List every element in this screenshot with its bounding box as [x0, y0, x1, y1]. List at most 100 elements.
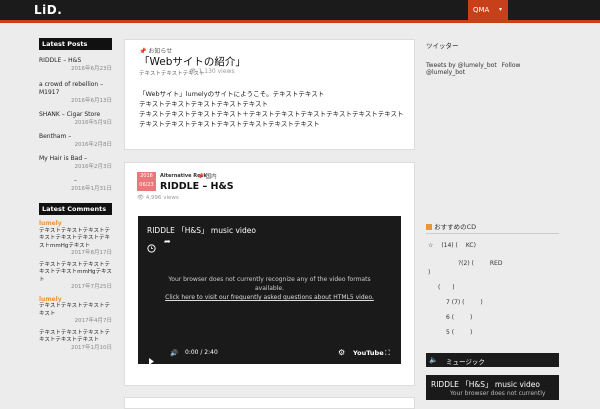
post-excerpt-line: 「Webサイト」lumelyのサイトにようこそ。テキストテキスト	[139, 90, 325, 98]
latest-post-item[interactable]: RIDDLE – H&S 2016年6月23日	[39, 57, 112, 73]
views-count: 👁 1,130 views	[189, 68, 235, 75]
youtube-logo[interactable]: YouTube	[353, 349, 384, 357]
comment-date: 2017年1月10日	[71, 344, 112, 351]
recommended-cd-section: おすすめのCD ☆ (14) ( KC) ?(2) ( RED ) ( ) 7 …	[426, 221, 559, 344]
recommended-cd-heading: おすすめのCD	[426, 221, 559, 234]
latest-post-title[interactable]: –	[39, 177, 112, 185]
comment-text[interactable]: テキストテキストテキストテキストテキストテキスト	[39, 330, 112, 345]
comment-date: 2017年7月25日	[71, 284, 112, 290]
views-label: 4,996 views	[145, 195, 179, 201]
music-heading-bar: 🔈 ミュージック	[426, 353, 559, 367]
accent-stripe	[0, 20, 600, 23]
left-sidebar: Latest Posts RIDDLE – H&S 2016年6月23日 a c…	[39, 38, 112, 352]
nav-menu-label: QMA	[473, 6, 490, 14]
post-excerpt-line: テキストテキストテキストテキストテキスト	[139, 100, 269, 108]
comment-item[interactable]: lumely テキストテキストテキストテキストテキストテキストテキストmmHgテ…	[39, 220, 112, 258]
cd-item[interactable]: 6 ( )	[446, 314, 472, 321]
latest-post-date: 2016年6月13日	[71, 98, 112, 104]
video-controls: 🔊 0:00 / 2:40 ⚙ YouTube ⛶	[146, 348, 393, 365]
video-title[interactable]: RIDDLE 「H&S」 music video	[147, 225, 256, 236]
latest-post-item[interactable]: Bentham – 2016年2月8日	[39, 133, 112, 149]
comment-item[interactable]: テキストテキストテキストテキストテキストmmHgテキスト 2017年7月25日	[39, 262, 112, 292]
latest-post-date: 2016年2月3日	[74, 164, 113, 170]
eye-icon: 👁	[189, 68, 197, 75]
latest-post-item[interactable]: My Hair is Bad – 2016年2月3日	[39, 155, 112, 171]
comment-author: lumely	[39, 295, 62, 303]
comment-author: lumely	[39, 220, 62, 227]
twitter-heading: ツイッター	[426, 42, 459, 50]
settings-icon[interactable]: ⚙	[338, 348, 345, 357]
rss-icon	[426, 224, 432, 230]
video-player[interactable]: RIDDLE 「H&S」 music video ➦ Your browser …	[138, 216, 401, 365]
latest-post-date: 2016年6月23日	[71, 66, 112, 72]
eye-icon: 👁	[137, 195, 144, 201]
latest-post-title[interactable]: Bentham –	[39, 133, 112, 141]
views-label: 1,130 views	[198, 68, 235, 75]
date-badge-day: 06/23	[139, 182, 154, 188]
comment-item[interactable]: テキストテキストテキストテキストテキストテキスト 2017年1月10日	[39, 330, 112, 353]
cd-item[interactable]: 5 ( )	[446, 329, 472, 336]
tweets-by-link[interactable]: Tweets by @lumely_bot	[426, 62, 497, 69]
comment-text[interactable]: テキストテキストテキストテキスト	[39, 303, 112, 318]
post-title[interactable]: 「Webサイトの紹介」	[139, 54, 246, 69]
latest-comments-heading: Latest Comments	[39, 203, 112, 215]
nav-menu-qma[interactable]: QMA ▾	[468, 0, 508, 20]
cd-item[interactable]: )	[428, 269, 430, 276]
play-icon[interactable]	[148, 350, 155, 369]
latest-post-title[interactable]: SHANK – Cigar Store	[39, 111, 112, 119]
latest-post-item[interactable]: – 2016年1月31日	[39, 177, 112, 193]
html5-faq-link[interactable]: Click here to visit our frequently asked…	[146, 293, 393, 302]
cd-list: ☆ (14) ( KC) ?(2) ( RED ) ( ) 7 (7) ( ) …	[426, 234, 559, 344]
cd-item[interactable]: ( )	[438, 284, 455, 291]
clock-icon[interactable]	[147, 238, 156, 257]
video-error-line: Your browser does not currently recogniz…	[168, 276, 371, 283]
comment-date: 2017年4月7日	[74, 318, 113, 324]
post-title[interactable]: RIDDLE – H&S	[160, 181, 234, 192]
fullscreen-icon[interactable]: ⛶	[385, 349, 390, 358]
latest-post-date: 2016年1月31日	[71, 186, 112, 192]
mini-video-message: Your browser does not currently	[450, 390, 546, 397]
twitter-links: Tweets by @lumely_bot Follow @lumely_bot	[426, 62, 559, 76]
views-count: 👁 4,996 views	[137, 195, 179, 201]
date-badge-year: 2016	[140, 173, 153, 179]
volume-icon[interactable]: 🔊	[170, 349, 178, 357]
chevron-down-icon: ▾	[499, 6, 503, 13]
cd-item[interactable]: ☆ (14) ( KC)	[428, 242, 476, 249]
post-excerpt: 「Webサイト」lumelyのサイトにようこそ。テキストテキスト テキストテキス…	[139, 89, 407, 129]
comment-text[interactable]: テキストテキストテキストテキストテキストmmHgテキスト	[39, 262, 112, 285]
latest-post-item[interactable]: SHANK – Cigar Store 2016年5月9日	[39, 111, 112, 127]
post-card-notice: 📌 お知らせ 「Webサイトの紹介」 テキストテキストテキスト 👁 1,130 …	[124, 39, 415, 150]
mini-video-player[interactable]: RIDDLE 「H&S」 music video Your browser do…	[426, 375, 559, 400]
comment-item[interactable]: lumely テキストテキストテキストテキスト 2017年4月7日	[39, 296, 112, 326]
video-error-message: Your browser does not currently recogniz…	[146, 275, 393, 302]
share-icon[interactable]: ➦	[164, 237, 171, 246]
latest-post-item[interactable]: a crowd of rebellion – M1917 2016年6月13日	[39, 81, 112, 105]
post-subcategory[interactable]: 📌 国内	[197, 172, 217, 180]
latest-post-date: 2016年5月9日	[74, 120, 113, 126]
post-date-badge: 2016 06/23	[137, 172, 156, 191]
video-error-line: available.	[255, 285, 284, 292]
latest-post-title[interactable]: RIDDLE – H&S	[39, 57, 112, 65]
star-icon: ☆	[428, 242, 434, 249]
latest-post-title[interactable]: a crowd of rebellion – M1917	[39, 81, 112, 97]
comment-text[interactable]: テキストテキストテキストテキストテキストテキストテキストmmHgテキスト	[39, 228, 112, 251]
video-time: 0:00 / 2:40	[185, 349, 218, 356]
recommended-cd-title: おすすめのCD	[434, 223, 477, 231]
top-bar	[0, 0, 600, 20]
post-subcategory-label: 国内	[205, 174, 217, 180]
music-heading: ミュージック	[446, 358, 485, 366]
speaker-icon: 🔈	[429, 356, 438, 364]
latest-posts-heading: Latest Posts	[39, 38, 112, 50]
cd-item[interactable]: ?(2) ( RED	[458, 260, 502, 267]
post-card-riddle: 2016 06/23 Alternative Rock 📌 国内 RIDDLE …	[124, 162, 415, 386]
right-sidebar: ツイッター Tweets by @lumely_bot Follow @lume…	[426, 40, 559, 400]
pin-icon: 📌	[197, 174, 204, 180]
latest-post-title[interactable]: My Hair is Bad –	[39, 155, 112, 163]
latest-post-date: 2016年2月8日	[74, 142, 113, 148]
comment-date: 2017年8月17日	[71, 250, 112, 256]
post-card-next	[124, 397, 415, 409]
cd-item[interactable]: 7 (7) ( )	[446, 299, 483, 306]
post-excerpt-line: テキストテキストテキストテキスト＋テキストテキストテキストテキストテキストテキス…	[139, 110, 404, 128]
site-logo[interactable]: LiD.	[34, 3, 62, 17]
mini-video-title[interactable]: RIDDLE 「H&S」 music video	[431, 379, 540, 390]
